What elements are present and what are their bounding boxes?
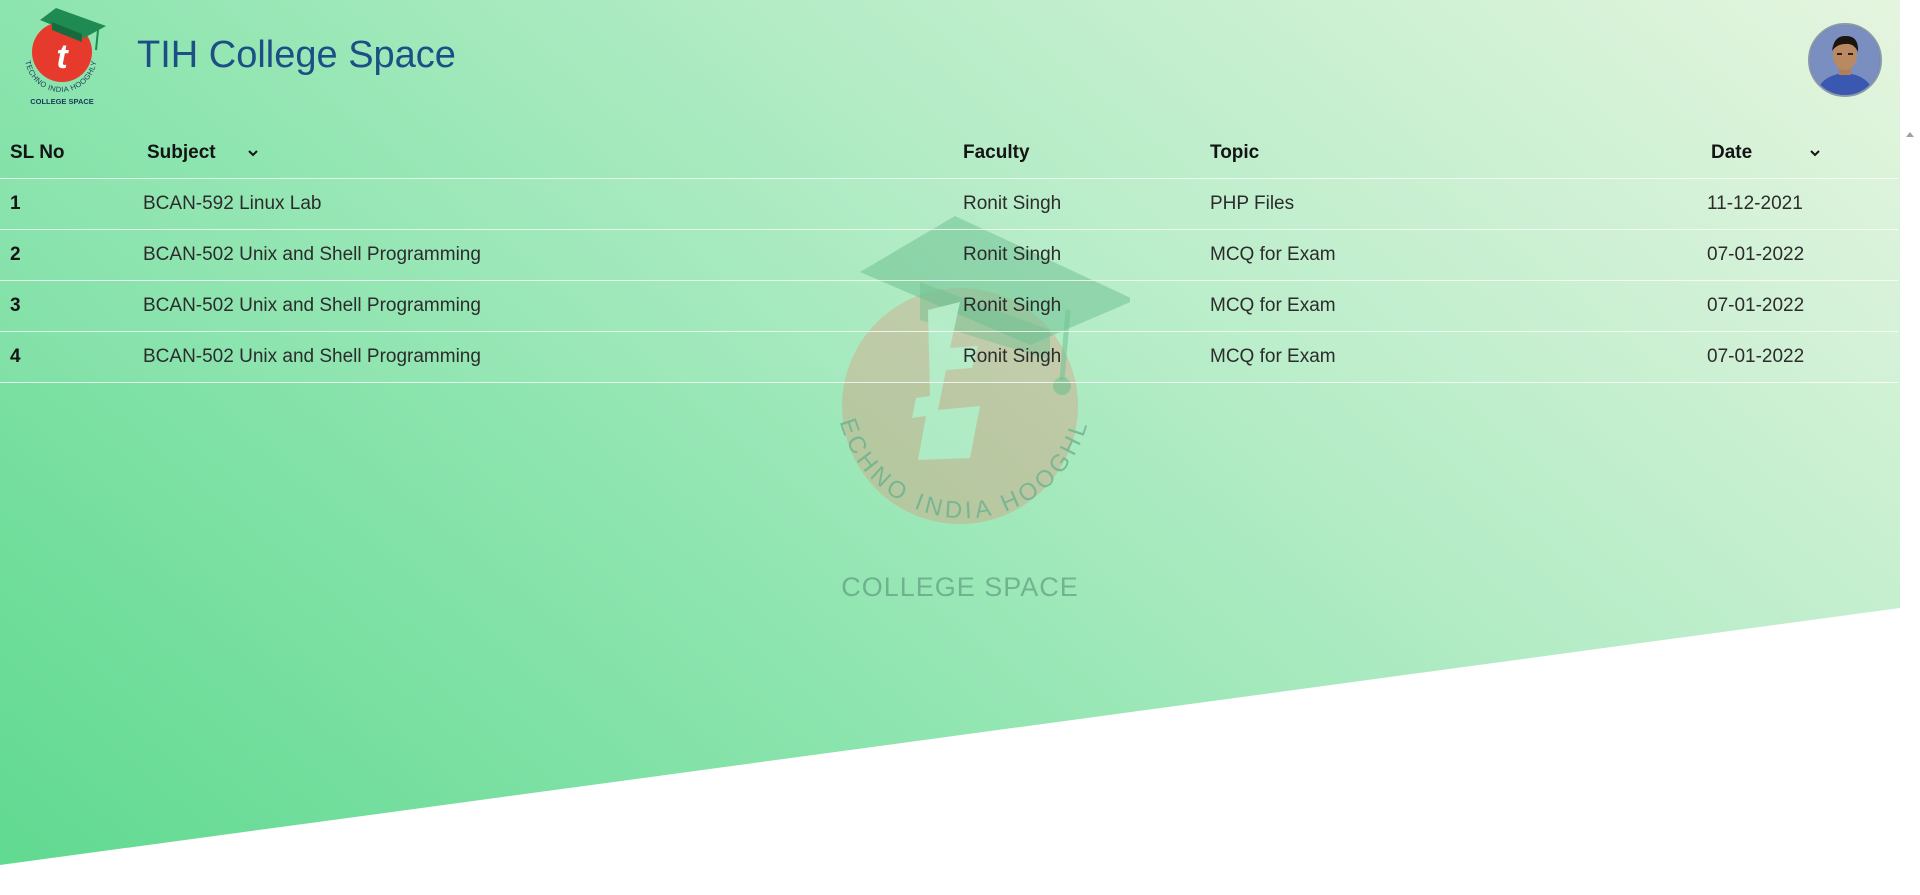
cell-faculty: Ronit Singh bbox=[953, 178, 1200, 230]
cell-topic[interactable]: MCQ for Exam bbox=[1200, 229, 1697, 281]
vertical-scrollbar[interactable] bbox=[1900, 124, 1920, 895]
table-row[interactable]: 4 BCAN-502 Unix and Shell Programming Ro… bbox=[0, 331, 1898, 383]
cell-date: 07-01-2022 bbox=[1697, 280, 1898, 332]
user-avatar[interactable] bbox=[1808, 23, 1882, 97]
header: t TECHNO INDIA HOOGHLY COLLEGE SPACE TIH… bbox=[0, 0, 1920, 120]
scroll-up-arrow-icon[interactable] bbox=[1906, 132, 1914, 137]
cell-topic[interactable]: MCQ for Exam bbox=[1200, 331, 1697, 383]
column-label-subject: Subject bbox=[147, 142, 216, 163]
cell-sl-no: 4 bbox=[0, 331, 133, 383]
cell-subject[interactable]: BCAN-502 Unix and Shell Programming bbox=[133, 229, 953, 281]
column-header-topic: Topic bbox=[1200, 128, 1697, 179]
logo-caption: COLLEGE SPACE bbox=[30, 97, 94, 106]
column-label-date: Date bbox=[1711, 142, 1753, 163]
cell-faculty: Ronit Singh bbox=[953, 331, 1200, 383]
notes-table-container: SL No Subject Faculty Topic Date 1 BCAN-… bbox=[0, 128, 1898, 383]
cell-sl-no: 2 bbox=[0, 229, 133, 281]
user-avatar-icon bbox=[1810, 25, 1880, 95]
cell-faculty: Ronit Singh bbox=[953, 229, 1200, 281]
cell-subject[interactable]: BCAN-592 Linux Lab bbox=[133, 178, 953, 230]
column-label-faculty: Faculty bbox=[963, 142, 1030, 163]
column-label-sl-no: SL No bbox=[10, 142, 65, 163]
app-title: TIH College Space bbox=[137, 34, 456, 76]
cell-subject[interactable]: BCAN-502 Unix and Shell Programming bbox=[133, 280, 953, 332]
table-row[interactable]: 2 BCAN-502 Unix and Shell Programming Ro… bbox=[0, 229, 1898, 281]
cell-date: 11-12-2021 bbox=[1697, 178, 1898, 230]
cell-sl-no: 1 bbox=[0, 178, 133, 230]
table-row[interactable]: 1 BCAN-592 Linux Lab Ronit Singh PHP Fil… bbox=[0, 178, 1898, 230]
cell-topic[interactable]: PHP Files bbox=[1200, 178, 1697, 230]
chevron-down-icon[interactable] bbox=[246, 146, 260, 160]
cell-date: 07-01-2022 bbox=[1697, 229, 1898, 281]
table-row[interactable]: 3 BCAN-502 Unix and Shell Programming Ro… bbox=[0, 280, 1898, 332]
page: TECHNO INDIA HOOGHLY COLLEGE SPACE t TEC… bbox=[0, 0, 1920, 895]
column-header-sl-no: SL No bbox=[0, 128, 133, 179]
college-logo[interactable]: t TECHNO INDIA HOOGHLY COLLEGE SPACE bbox=[20, 6, 110, 110]
column-header-subject[interactable]: Subject bbox=[133, 128, 953, 179]
column-label-topic: Topic bbox=[1210, 142, 1260, 163]
logo-letter: t bbox=[56, 38, 69, 76]
table-header-row: SL No Subject Faculty Topic Date bbox=[0, 128, 1898, 179]
cell-subject[interactable]: BCAN-502 Unix and Shell Programming bbox=[133, 331, 953, 383]
cell-faculty: Ronit Singh bbox=[953, 280, 1200, 332]
cell-date: 07-01-2022 bbox=[1697, 331, 1898, 383]
cell-sl-no: 3 bbox=[0, 280, 133, 332]
column-header-faculty: Faculty bbox=[953, 128, 1200, 179]
column-header-date[interactable]: Date bbox=[1697, 128, 1898, 179]
chevron-down-icon[interactable] bbox=[1808, 146, 1822, 160]
notes-table: SL No Subject Faculty Topic Date 1 BCAN-… bbox=[0, 128, 1898, 383]
cell-topic[interactable]: MCQ for Exam bbox=[1200, 280, 1697, 332]
